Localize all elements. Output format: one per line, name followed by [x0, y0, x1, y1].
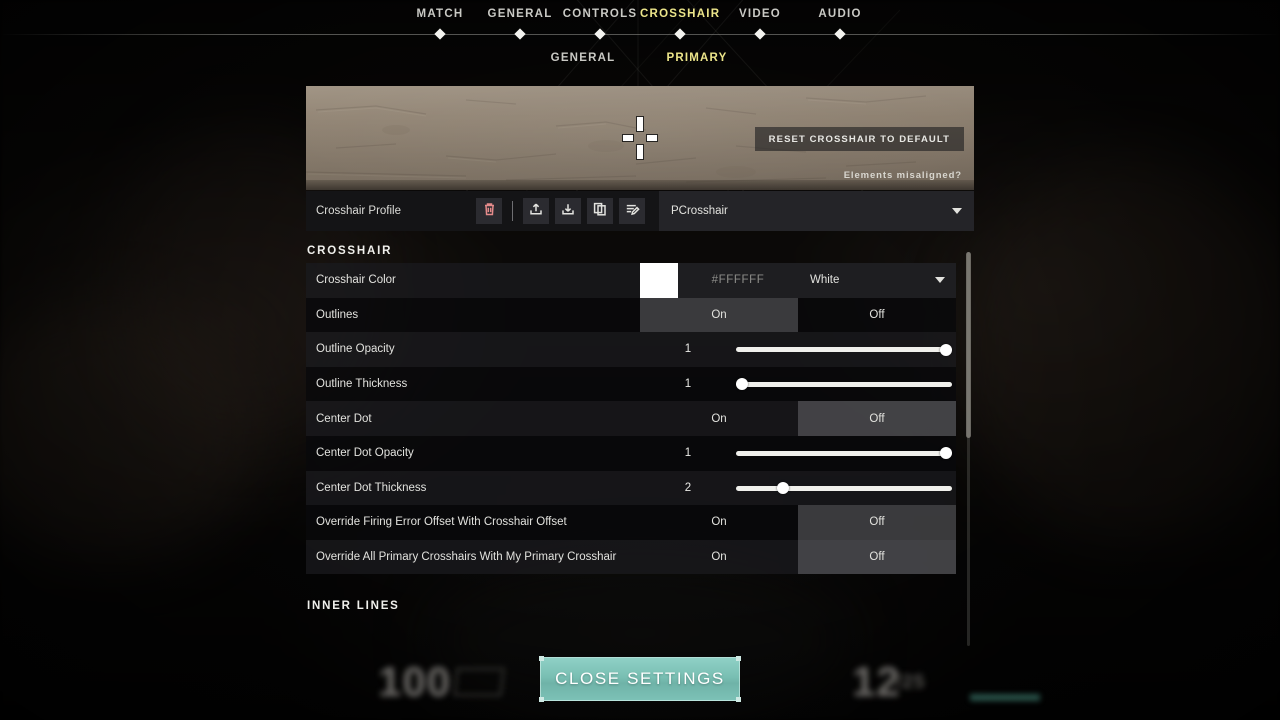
setting-row-center-dot: Center Dot On Off [306, 401, 956, 436]
override-firing-error-toggle-off[interactable]: Off [798, 505, 956, 540]
setting-row-override-all-primary: Override All Primary Crosshairs With My … [306, 539, 956, 575]
nav-dot-controls[interactable] [594, 28, 606, 40]
nav-dot-general[interactable] [514, 28, 526, 40]
nav-dot-audio[interactable] [834, 28, 846, 40]
slider-knob[interactable] [940, 343, 952, 356]
override-all-primary-toggle-off[interactable]: Off [798, 539, 956, 575]
profile-label: Crosshair Profile [316, 205, 401, 217]
section-header-inner-lines: INNER LINES [307, 600, 400, 613]
label-center-dot-opacity: Center Dot Opacity [316, 447, 414, 460]
download-profile-button[interactable] [555, 198, 581, 224]
nav-subtabs: GENERAL PRIMARY [0, 52, 1280, 70]
rename-profile-button[interactable] [619, 198, 645, 224]
crosshair-color-select[interactable]: White [798, 263, 956, 298]
delete-icon [483, 202, 496, 221]
hud-ammo-reserve: /25 [896, 672, 926, 693]
value-outline-thickness: 1 [684, 378, 692, 391]
crosshair-preview: RESET CROSSHAIR TO DEFAULT Elements misa… [306, 86, 974, 190]
nav-dot-match[interactable] [434, 28, 446, 40]
nav-tab-audio[interactable]: AUDIO [800, 8, 880, 28]
outlines-toggle-on[interactable]: On [640, 297, 798, 333]
chevron-down-icon [935, 277, 945, 283]
profile-selected-value: PCrosshair [671, 205, 728, 217]
label-center-dot-thickness: Center Dot Thickness [316, 481, 427, 494]
center-dot-toggle-off[interactable]: Off [798, 401, 956, 436]
slider-center-dot-thickness[interactable] [736, 482, 952, 495]
top-navigation: MATCH GENERAL CONTROLS CROSSHAIR VIDEO A… [0, 0, 1280, 78]
crosshair-profile-bar: Crosshair Profile PCrosshair [306, 191, 974, 231]
profile-action-icons [476, 198, 645, 224]
nav-tab-general[interactable]: GENERAL [480, 8, 560, 28]
hud-health-value: 100 [378, 658, 452, 705]
icon-divider [512, 201, 513, 221]
setting-row-crosshair-color: Crosshair Color #FFFFFF White [306, 263, 956, 298]
label-outlines: Outlines [316, 308, 359, 321]
label-center-dot: Center Dot [316, 412, 372, 425]
rename-icon [625, 202, 640, 221]
outlines-toggle-off[interactable]: Off [798, 298, 956, 333]
label-override-all-primary: Override All Primary Crosshairs With My … [316, 551, 617, 564]
setting-row-outline-opacity: Outline Opacity 1 [306, 332, 956, 367]
label-outline-thickness: Outline Thickness [316, 378, 408, 391]
download-icon [561, 202, 575, 221]
subtab-general[interactable]: GENERAL [526, 52, 640, 70]
label-outline-opacity: Outline Opacity [316, 343, 395, 356]
elements-misaligned-link[interactable]: Elements misaligned? [844, 170, 962, 181]
override-all-primary-toggle-on[interactable]: On [640, 540, 798, 575]
copy-icon [593, 202, 607, 221]
reset-crosshair-button[interactable]: RESET CROSSHAIR TO DEFAULT [754, 127, 964, 151]
subtab-primary[interactable]: PRIMARY [640, 52, 754, 70]
value-center-dot-opacity: 1 [684, 447, 692, 460]
hud-armor-indicator [453, 668, 505, 696]
delete-profile-button[interactable] [476, 198, 502, 224]
label-crosshair-color: Crosshair Color [316, 274, 396, 287]
crosshair-settings-panel: RESET CROSSHAIR TO DEFAULT Elements misa… [306, 86, 974, 618]
nav-tab-controls[interactable]: CONTROLS [560, 8, 640, 28]
close-settings-button[interactable]: CLOSE SETTINGS [539, 656, 741, 702]
slider-outline-thickness[interactable] [736, 378, 952, 391]
crosshair-color-swatch[interactable] [640, 263, 678, 298]
slider-knob[interactable] [777, 482, 789, 495]
chevron-down-icon [952, 208, 962, 214]
upload-profile-button[interactable] [523, 198, 549, 224]
close-settings-label: CLOSE SETTINGS [555, 669, 725, 688]
crosshair-color-name: White [810, 274, 840, 287]
center-dot-toggle-on[interactable]: On [640, 401, 798, 436]
hud-ability-indicator [970, 694, 1040, 701]
profile-select[interactable]: PCrosshair [659, 191, 974, 231]
nav-dot-video[interactable] [754, 28, 766, 40]
setting-row-center-dot-thickness: Center Dot Thickness 2 [306, 470, 956, 506]
crosshair-color-hex-input[interactable]: #FFFFFF [678, 263, 798, 298]
slider-knob[interactable] [940, 447, 952, 460]
setting-row-outlines: Outlines On Off [306, 297, 956, 333]
slider-knob[interactable] [736, 378, 748, 391]
setting-row-center-dot-opacity: Center Dot Opacity 1 [306, 435, 956, 471]
nav-tab-video[interactable]: VIDEO [720, 8, 800, 28]
nav-dot-crosshair[interactable] [674, 28, 686, 40]
setting-row-override-firing-error: Override Firing Error Offset With Crossh… [306, 505, 956, 540]
hud-ammo-value: 12 [852, 658, 901, 705]
scrollbar-thumb[interactable] [966, 252, 971, 438]
settings-screen: 100 12 /25 MATCH GENERAL CONTROLS CROSSH… [0, 0, 1280, 720]
value-outline-opacity: 1 [684, 343, 692, 356]
slider-outline-opacity[interactable] [736, 343, 952, 356]
nav-tabs: MATCH GENERAL CONTROLS CROSSHAIR VIDEO A… [0, 8, 1280, 28]
nav-divider-line [0, 34, 1280, 35]
value-center-dot-thickness: 2 [684, 481, 692, 494]
label-override-firing-error: Override Firing Error Offset With Crossh… [316, 516, 567, 529]
slider-center-dot-opacity[interactable] [736, 447, 952, 460]
copy-profile-button[interactable] [587, 198, 613, 224]
nav-tab-crosshair[interactable]: CROSSHAIR [640, 8, 720, 28]
nav-tab-match[interactable]: MATCH [400, 8, 480, 28]
upload-icon [529, 202, 543, 221]
section-header-crosshair: CROSSHAIR [307, 245, 393, 257]
override-firing-error-toggle-on[interactable]: On [640, 505, 798, 540]
setting-row-outline-thickness: Outline Thickness 1 [306, 366, 956, 402]
